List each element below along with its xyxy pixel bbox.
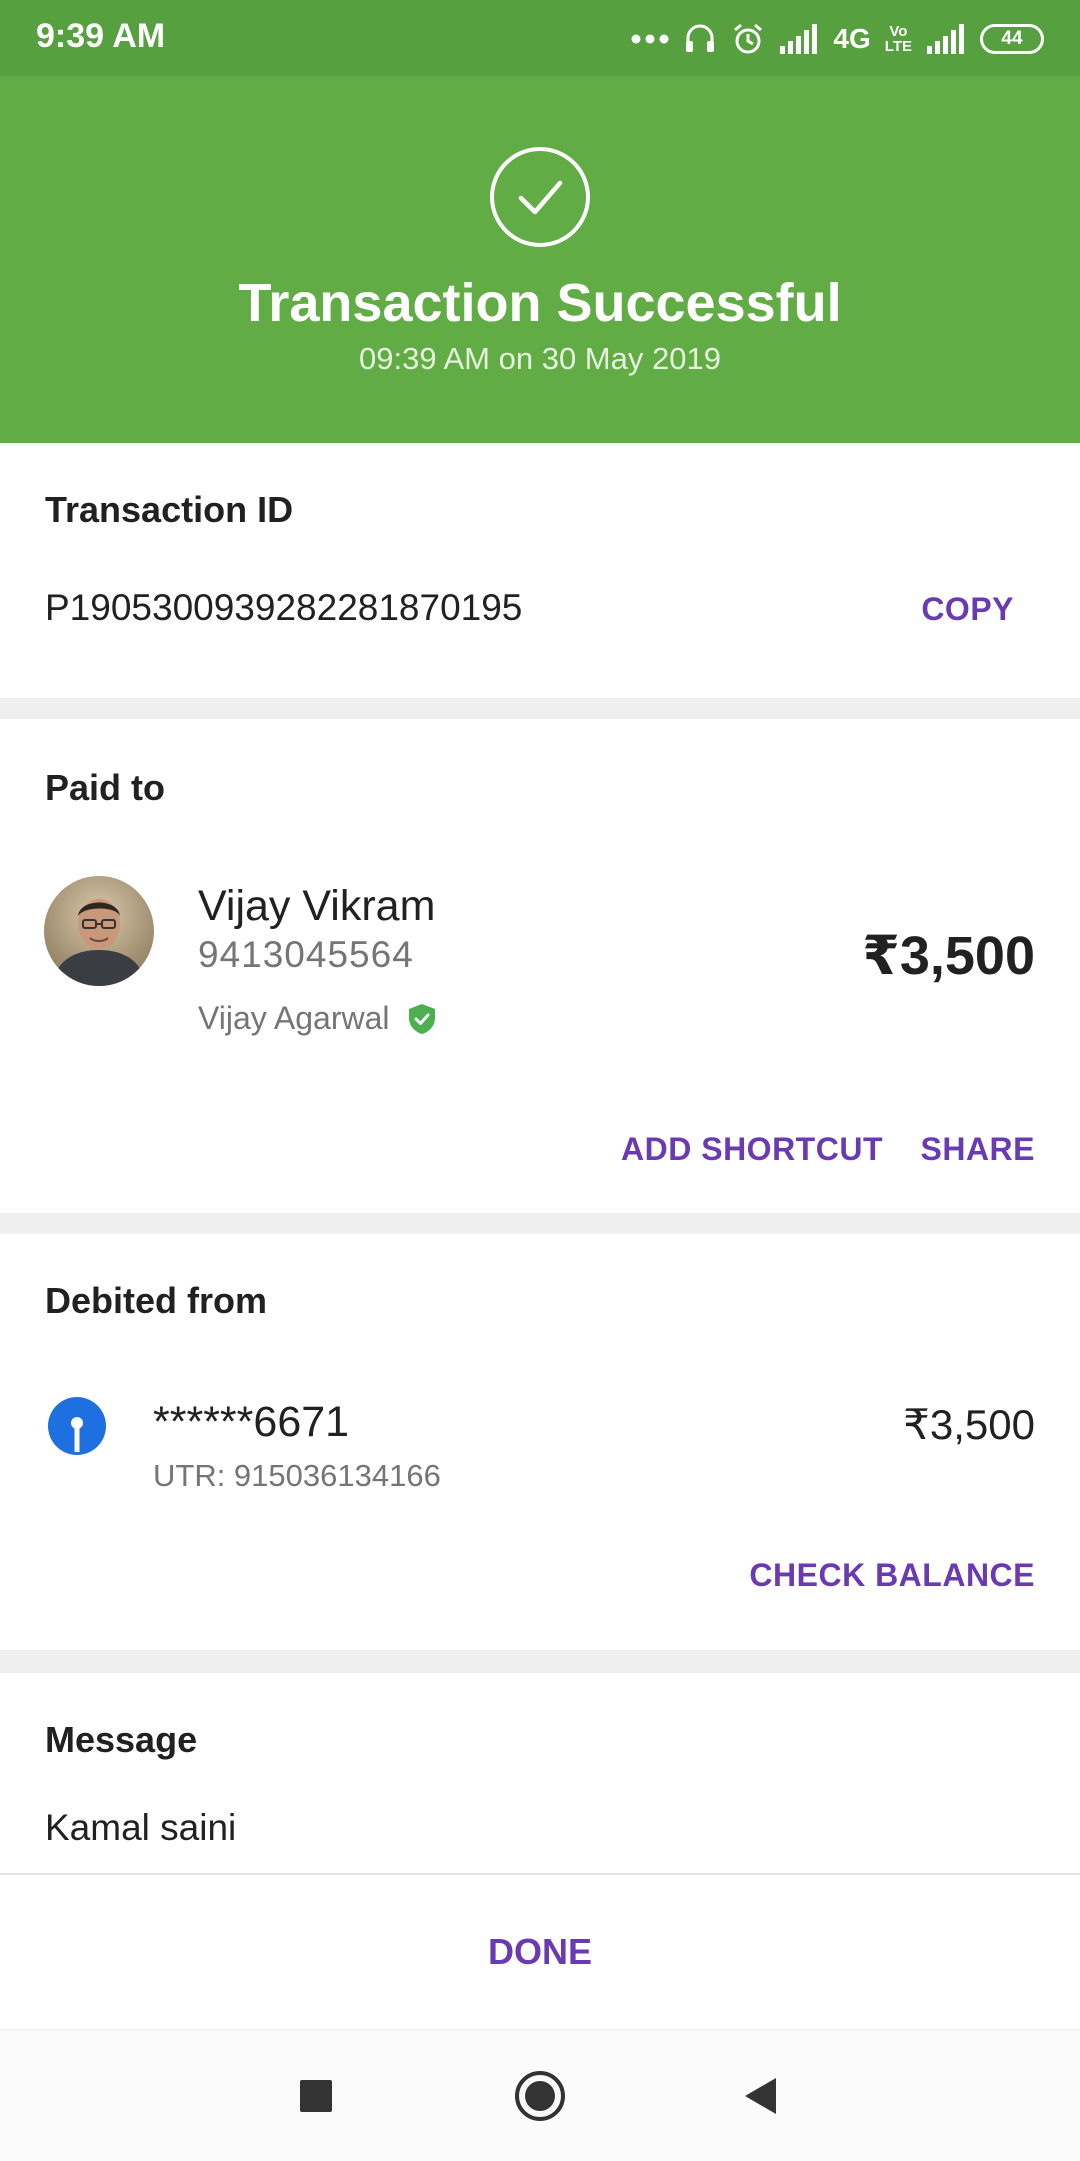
payee-phone: 9413045564 <box>198 934 414 975</box>
payee-name: Vijay Vikram <box>198 882 436 930</box>
banner-subtitle: 09:39 AM on 30 May 2019 <box>359 341 721 376</box>
bank-logo-icon <box>48 1397 106 1455</box>
back-icon <box>745 2078 776 2114</box>
status-bar: 9:39 AM 4G Vo LTE 44 <box>0 0 1080 76</box>
network-type: 4G <box>833 23 871 54</box>
headset-icon <box>686 24 715 52</box>
banner-title: Transaction Successful <box>238 273 842 333</box>
share-button[interactable]: SHARE <box>920 1131 1035 1168</box>
done-bar: DONE <box>0 1873 1080 2031</box>
home-button[interactable] <box>510 2066 570 2126</box>
check-circle-icon <box>490 147 590 247</box>
transaction-id-value: P1905300939282281870195 <box>45 587 523 628</box>
verified-shield-icon <box>409 1004 435 1034</box>
message-label: Message <box>45 1719 198 1760</box>
back-button[interactable] <box>730 2066 790 2126</box>
home-icon <box>515 2071 565 2121</box>
section-divider <box>0 1650 1080 1673</box>
message-text: Kamal saini <box>45 1807 237 1848</box>
recents-icon <box>300 2080 332 2112</box>
utr-number: UTR: 915036134166 <box>153 1458 441 1493</box>
section-divider <box>0 698 1080 719</box>
alarm-icon <box>734 23 763 54</box>
done-button[interactable]: DONE <box>0 1931 1080 1973</box>
add-shortcut-button[interactable]: ADD SHORTCUT <box>621 1131 883 1168</box>
copy-button[interactable]: COPY <box>921 591 1014 628</box>
transaction-id-label: Transaction ID <box>45 489 294 530</box>
section-divider <box>0 1213 1080 1234</box>
account-number: ******6671 <box>153 1398 350 1446</box>
more-dots-icon <box>631 34 669 44</box>
navigation-bar <box>0 2029 1080 2161</box>
avatar-image <box>44 876 154 986</box>
status-time: 9:39 AM <box>36 17 166 55</box>
battery-icon: 44 <box>980 24 1044 54</box>
message-card: Message Kamal saini <box>0 1673 1080 1873</box>
paid-to-label: Paid to <box>45 767 166 808</box>
recents-button[interactable] <box>286 2066 346 2126</box>
debited-amount: ₹3,500 <box>903 1401 1035 1448</box>
check-balance-button[interactable]: CHECK BALANCE <box>749 1557 1035 1594</box>
payee-registered-name: Vijay Agarwal <box>198 1000 390 1036</box>
signal-icon <box>927 24 964 54</box>
transaction-card: Transaction ID P1905300939282281870195 C… <box>0 443 1080 698</box>
signal-icon <box>780 24 818 54</box>
avatar[interactable] <box>44 876 154 986</box>
status-icons: 4G Vo LTE 44 <box>631 18 1044 60</box>
success-banner: Transaction Successful 09:39 AM on 30 Ma… <box>0 76 1080 443</box>
debited-from-label: Debited from <box>45 1280 268 1321</box>
volte-indicator: Vo LTE <box>884 23 912 55</box>
paid-amount: ₹3,500 <box>862 926 1035 986</box>
